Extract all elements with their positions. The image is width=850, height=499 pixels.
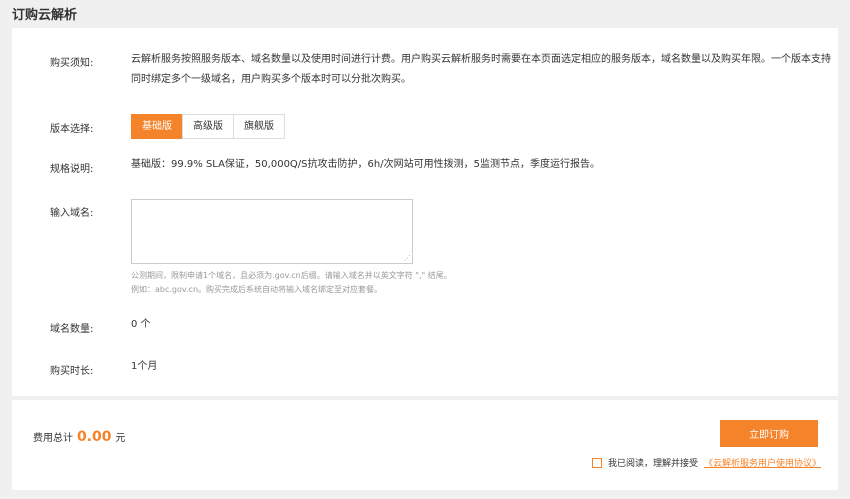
domain-input-label: 输入域名: (50, 208, 94, 219)
domain-count-value: 0 个 (131, 319, 151, 330)
resize-grip-icon[interactable]: ⋰ (404, 254, 411, 262)
domain-count-label: 域名数量: (50, 324, 94, 335)
total-price: 费用总计 0.00 元 (33, 429, 126, 445)
version-selector: 基础版 高级版 旗舰版 (131, 114, 285, 139)
spec-label: 规格说明: (50, 164, 94, 175)
version-option-flagship[interactable]: 旗舰版 (233, 114, 285, 139)
page-title: 订购云解析 (12, 8, 78, 23)
total-amount: 0.00 (77, 429, 112, 445)
total-label: 费用总计 (33, 433, 73, 444)
spec-text: 基础版：99.9% SLA保证，50,000Q/S抗攻击防护，6h/次网站可用性… (131, 159, 600, 170)
currency-unit: 元 (115, 433, 126, 444)
agreement-link[interactable]: 《云解析服务用户使用协议》 (704, 456, 821, 469)
domain-input[interactable] (131, 199, 413, 264)
domain-hint-line2: 例如：abc.gov.cn。购买完成后系统自动将输入域名绑定至对应套餐。 (131, 285, 383, 294)
version-option-advanced[interactable]: 高级版 (182, 114, 234, 139)
version-label: 版本选择: (50, 124, 94, 135)
duration-value: 1个月 (131, 361, 158, 372)
purchase-notice-text: 云解析服务按照服务版本、域名数量以及使用时间进行计费。用户购买云解析服务时需要在… (131, 54, 831, 85)
agreement-row: 我已阅读，理解并接受 《云解析服务用户使用协议》 (592, 456, 821, 469)
agreement-text: 我已阅读，理解并接受 (608, 459, 699, 469)
duration-label: 购买时长: (50, 366, 94, 377)
buy-now-button[interactable]: 立即订购 (720, 420, 818, 447)
purchase-notice-label: 购买须知: (50, 58, 94, 69)
order-form-card: 购买须知: 云解析服务按照服务版本、域名数量以及使用时间进行计费。用户购买云解析… (12, 28, 838, 396)
agreement-checkbox[interactable] (592, 457, 602, 468)
version-option-basic[interactable]: 基础版 (131, 114, 183, 139)
domain-hint-line1: 公测期间，限制申请1个域名，且必须为.gov.cn后缀。请输入域名并以英文字符 … (131, 271, 452, 280)
order-footer: 费用总计 0.00 元 立即订购 我已阅读，理解并接受 《云解析服务用户使用协议… (12, 400, 838, 490)
